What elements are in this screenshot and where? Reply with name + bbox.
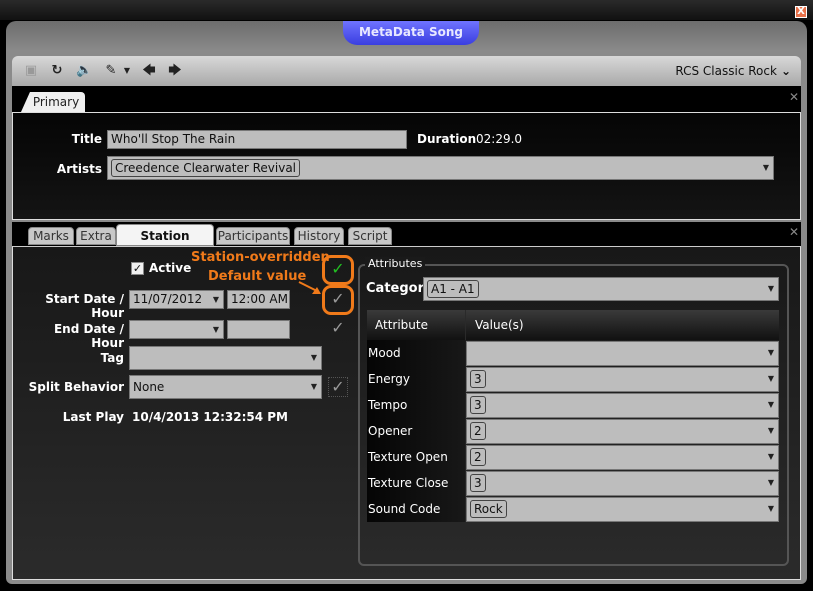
edit-icon[interactable]: ✎ [104,64,118,78]
tab-marks[interactable]: Marks [28,227,74,245]
attribute-value-select[interactable]: 3 ▼ [466,367,779,392]
attribute-value-select[interactable]: ▼ [466,341,779,366]
attribute-value-select[interactable]: Rock ▼ [466,497,779,522]
primary-panel: ✕ Primary [12,86,801,220]
end-date-default-check-icon[interactable]: ✓ [329,319,347,337]
end-hour-input[interactable] [227,320,290,339]
start-date-default-check-icon[interactable]: ✓ [329,290,347,308]
tab-script[interactable]: Script [348,227,392,245]
column-header-attribute: Attribute [375,318,428,332]
station-selector[interactable]: RCS Classic Rock ⌄ [675,64,791,78]
attribute-value-chip[interactable]: Rock [470,500,507,518]
edit-dropdown-icon[interactable]: ▼ [120,64,134,78]
attribute-name: Opener [368,424,413,438]
close-panel-icon[interactable]: ✕ [789,90,799,104]
attribute-value-select[interactable]: 3 ▼ [466,471,779,496]
split-behavior-select[interactable]: None ▼ [129,375,322,399]
category-chip[interactable]: A1 - A1 [427,280,479,298]
save-icon[interactable]: ▣ [24,64,38,78]
attribute-name: Sound Code [368,502,441,516]
station-name: RCS Classic Rock [675,64,777,78]
attribute-name: Tempo [368,398,408,412]
dropdown-arrow-icon[interactable]: ▼ [768,446,774,468]
attribute-value-select[interactable]: 2 ▼ [466,419,779,444]
attribute-value-chip[interactable]: 3 [470,396,486,414]
dropdown-arrow-icon[interactable]: ▼ [768,394,774,416]
dropdown-arrow-icon[interactable]: ▼ [768,472,774,494]
back-arrow-icon[interactable]: 🡄 [142,64,156,78]
active-label: Active [149,261,192,275]
attribute-value-chip[interactable]: 3 [470,370,486,388]
dropdown-arrow-icon[interactable]: ▼ [768,420,774,442]
attribute-value-select[interactable]: 2 ▼ [466,445,779,470]
attributes-grid-header: Attribute Value(s) [367,310,779,340]
artist-chip[interactable]: Creedence Clearwater Revival [111,159,301,177]
forward-arrow-icon[interactable]: 🡆 [168,64,182,78]
dropdown-arrow-icon[interactable]: ▼ [213,291,219,308]
category-select[interactable]: A1 - A1 ▼ [423,277,779,301]
window-titlebar: X [0,0,813,20]
annotation-station-overridden: Station-overridden [191,250,330,265]
column-header-values: Value(s) [475,318,524,332]
tag-select[interactable]: ▼ [129,346,322,370]
duration-value: 02:29.0 [476,132,523,146]
dropdown-arrow-icon[interactable]: ▼ [763,157,769,179]
attribute-name: Energy [368,372,411,386]
artists-select[interactable]: Creedence Clearwater Revival ▼ [107,156,774,180]
tab-extra[interactable]: Extra [76,227,116,245]
annotation-arrow-icon [298,281,321,294]
attributes-group-label: Attributes [365,257,426,270]
tab-station-specific[interactable]: Station Specific [116,224,214,265]
dropdown-arrow-icon[interactable]: ▼ [213,321,219,338]
dropdown-arrow-icon[interactable]: ▼ [768,278,774,300]
toolbar: ▣ ↻ 🔈 ✎ ▼ 🡄 🡆 RCS Classic Rock ⌄ [12,56,801,86]
attribute-value-chip[interactable]: 3 [470,474,486,492]
close-window-button[interactable]: X [795,6,807,18]
tab-participants[interactable]: Participants [216,227,290,245]
attribute-value-chip[interactable]: 2 [470,422,486,440]
chevron-down-icon: ⌄ [780,64,791,78]
dropdown-arrow-icon[interactable]: ▼ [768,368,774,390]
refresh-icon[interactable]: ↻ [50,64,64,78]
split-behavior-label: Split Behavior [28,380,124,394]
end-date-select[interactable]: ▼ [129,320,224,339]
start-date-value: 11/07/2012 [133,292,203,306]
active-checkbox[interactable]: ✓ [131,262,144,275]
dropdown-arrow-icon[interactable]: ▼ [311,347,317,369]
duration-label: Duration [417,132,477,146]
tab-history[interactable]: History [294,227,344,245]
column-divider [465,310,466,340]
last-play-value: 10/4/2013 12:32:54 PM [132,410,288,424]
attribute-value-select[interactable]: 3 ▼ [466,393,779,418]
close-panel-icon[interactable]: ✕ [789,225,799,239]
last-play-label: Last Play [62,410,124,424]
start-hour-input[interactable]: 12:00 AM [227,290,290,309]
attribute-value-chip[interactable]: 2 [470,448,486,466]
tag-label: Tag [100,351,124,365]
start-date-select[interactable]: 11/07/2012 ▼ [129,290,224,309]
attribute-name: Mood [368,346,401,360]
window-title: MetaData Song [343,21,479,45]
annotation-default-value: Default value [208,269,307,284]
split-behavior-default-check-icon[interactable]: ✓ [328,377,348,397]
dropdown-arrow-icon[interactable]: ▼ [768,342,774,364]
tab-primary[interactable]: Primary [21,92,85,112]
attribute-name: Texture Open [368,450,448,464]
dropdown-arrow-icon[interactable]: ▼ [311,376,317,398]
dropdown-arrow-icon[interactable]: ▼ [768,498,774,520]
title-input[interactable]: Who'll Stop The Rain [107,130,407,149]
speaker-icon[interactable]: 🔈 [76,64,92,78]
active-overridden-check-icon[interactable]: ✓ [329,260,347,278]
start-date-label: Start Date / Hour [45,292,124,320]
attribute-name: Texture Close [368,476,449,490]
split-behavior-value: None [133,380,165,394]
title-label: Title [71,132,102,146]
artists-label: Artists [56,162,102,176]
end-date-label: End Date / Hour [53,322,124,350]
